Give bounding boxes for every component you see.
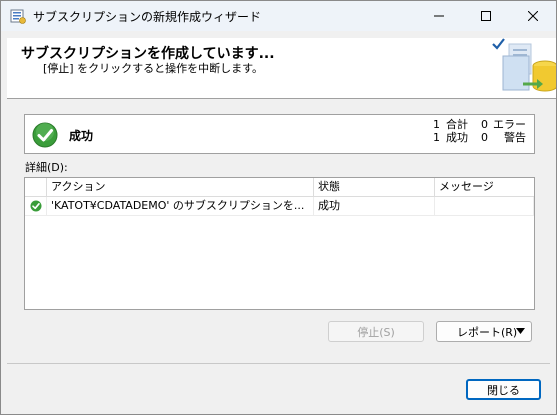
success-label: 成功: [446, 131, 468, 144]
total-count: 1: [433, 118, 440, 131]
close-button[interactable]: 閉じる: [466, 379, 541, 400]
status-summary: 成功 1 合計 0 エラー 1 成功 0 警告: [24, 114, 535, 154]
error-count: 0: [481, 118, 488, 131]
error-label: エラー: [493, 118, 526, 131]
window-title: サブスクリプションの新規作成ウィザード: [33, 10, 262, 24]
row-icon-cell: [25, 197, 47, 215]
close-icon: [528, 11, 538, 21]
footer-divider: [7, 363, 550, 364]
status-label: 成功: [69, 129, 94, 143]
details-label: 詳細(D):: [25, 161, 68, 174]
row-action: 'KATOT¥CDATADEMO' のサブスクリプションを...: [47, 197, 314, 215]
column-header-action[interactable]: アクション: [47, 178, 314, 196]
column-header-icon[interactable]: [25, 178, 47, 196]
report-button[interactable]: レポート(R): [436, 321, 532, 342]
minimize-button[interactable]: [416, 1, 462, 31]
result-counts: 1 合計 0 エラー 1 成功 0 警告: [426, 118, 526, 144]
report-button-label: レポート(R): [457, 325, 518, 339]
warning-label: 警告: [504, 131, 526, 144]
details-grid[interactable]: アクション 状態 メッセージ 'KATOT¥CDATADEMO' のサブスクリプ…: [24, 177, 535, 310]
title-bar[interactable]: サブスクリプションの新規作成ウィザード: [1, 1, 556, 31]
wizard-window: サブスクリプションの新規作成ウィザード サブスクリプションを作成しています...…: [0, 0, 557, 415]
success-count: 1: [433, 131, 440, 144]
maximize-button[interactable]: [463, 1, 509, 31]
total-label: 合計: [446, 118, 468, 131]
header-subtitle: [停止] をクリックすると操作を中断します。: [43, 62, 263, 75]
grid-header: アクション 状態 メッセージ: [25, 178, 534, 197]
wizard-header: サブスクリプションを作成しています... [停止] をクリックすると操作を中断し…: [7, 38, 556, 99]
dropdown-arrow-icon: [516, 328, 525, 334]
column-header-status[interactable]: 状態: [314, 178, 435, 196]
success-check-icon: [32, 122, 58, 148]
row-message: [435, 197, 534, 215]
row-status: 成功: [314, 197, 435, 215]
minimize-icon: [434, 15, 444, 17]
close-window-button[interactable]: [510, 1, 556, 31]
warning-count: 0: [481, 131, 488, 144]
table-row[interactable]: 'KATOT¥CDATADEMO' のサブスクリプションを... 成功: [25, 197, 534, 216]
maximize-icon: [481, 11, 491, 21]
column-header-message[interactable]: メッセージ: [435, 178, 534, 196]
database-publication-icon: [492, 38, 556, 92]
wizard-app-icon: [10, 9, 26, 24]
stop-button[interactable]: 停止(S): [328, 321, 424, 342]
success-check-icon: [30, 200, 42, 212]
